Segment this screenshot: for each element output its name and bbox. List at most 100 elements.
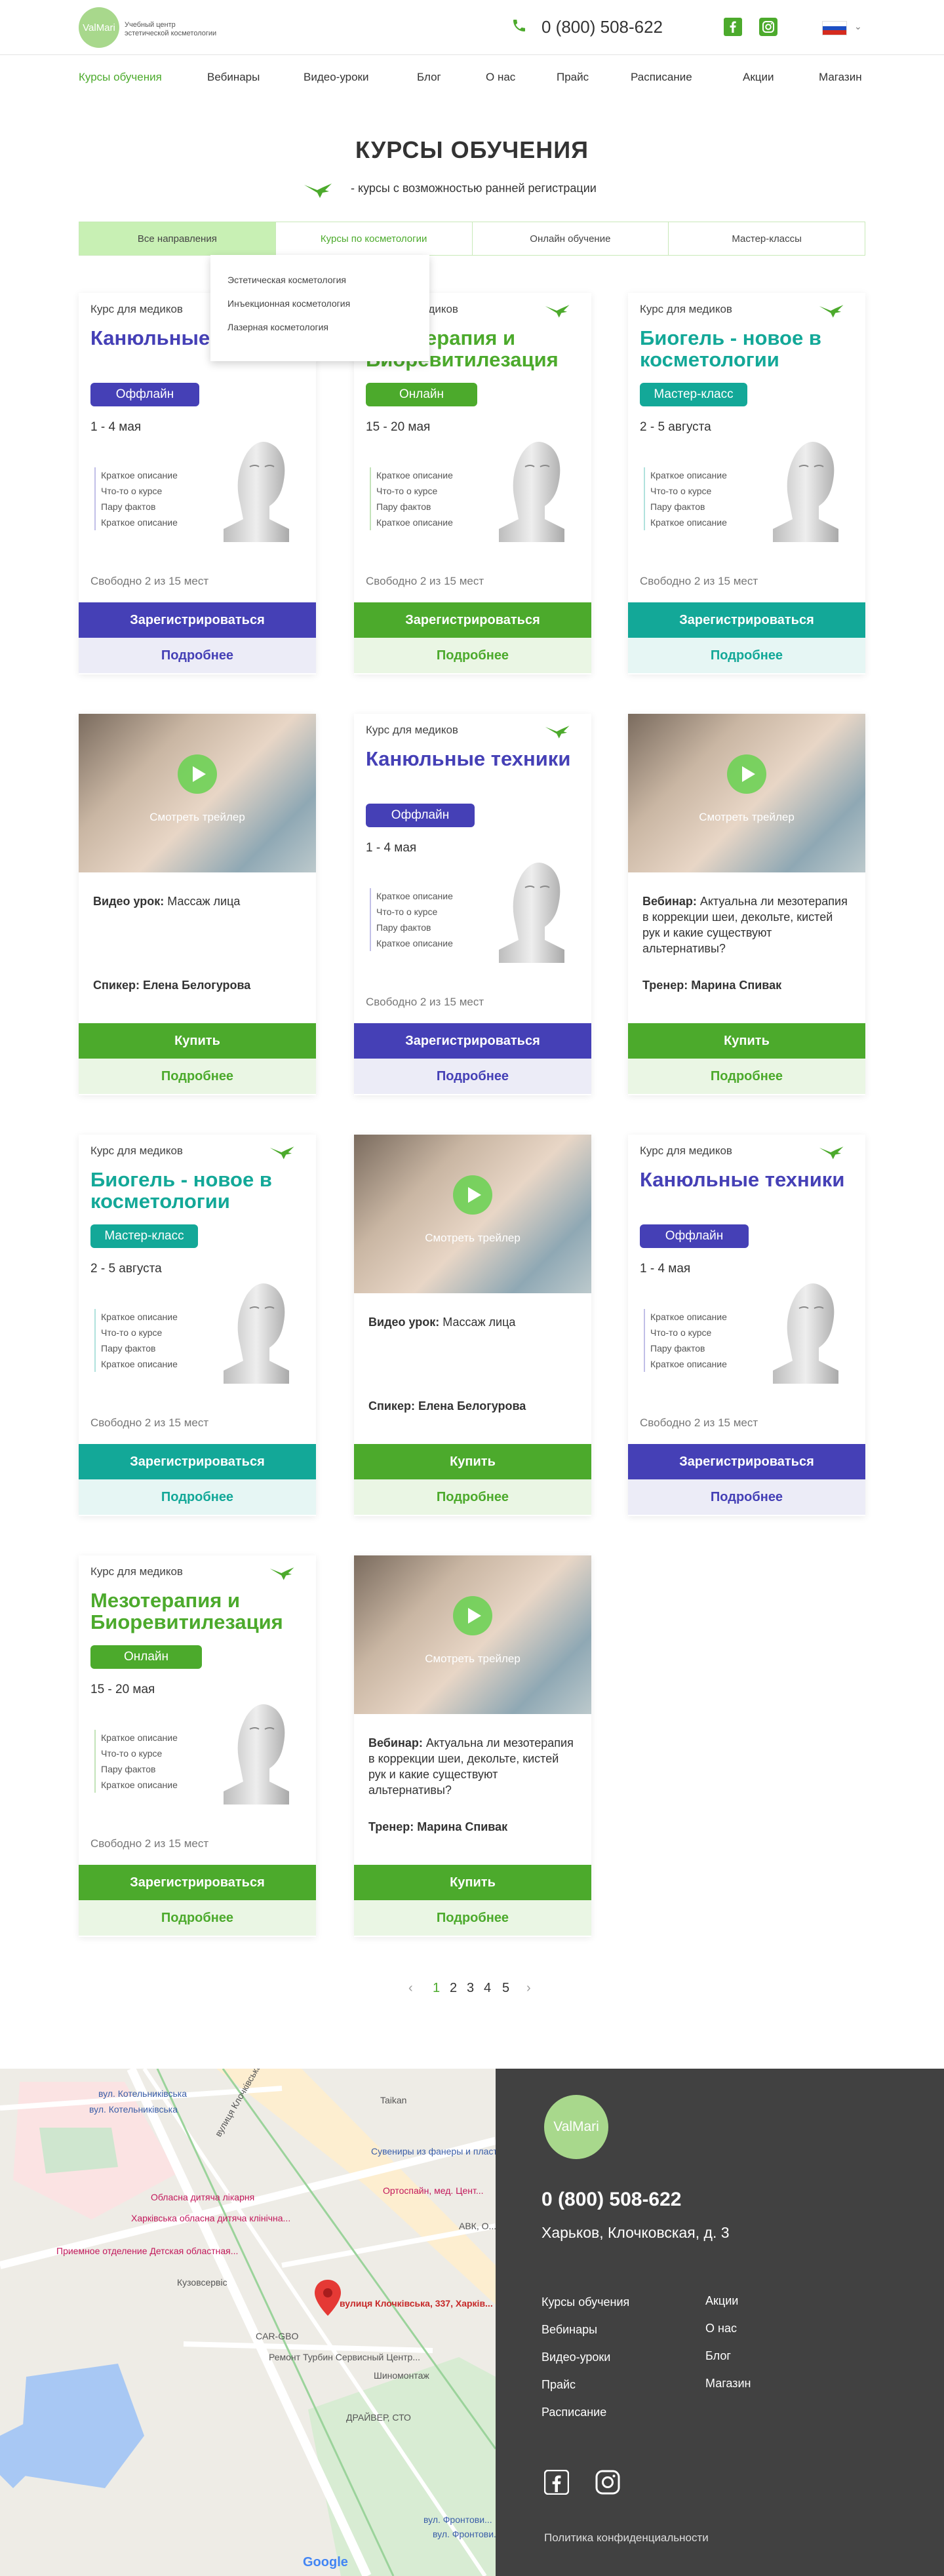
more-button[interactable]: Подробнее (354, 1479, 591, 1515)
filter-cosmetology[interactable]: Курсы по косметологии (276, 222, 473, 255)
facebook-icon[interactable] (544, 2470, 569, 2495)
video-thumbnail[interactable]: Смотреть трейлер (79, 714, 316, 872)
phone-icon (513, 20, 525, 31)
dropdown-item[interactable]: Эстетическая косметология (210, 268, 429, 292)
more-button[interactable]: Подробнее (628, 638, 865, 673)
filter-all[interactable]: Все направления (79, 222, 276, 255)
page-link[interactable]: 4 (484, 1981, 491, 1996)
page-link[interactable]: 5 (502, 1981, 509, 1996)
privacy-link[interactable]: Политика конфиденциальности (544, 2531, 709, 2545)
page-link[interactable]: 1 (433, 1981, 440, 1996)
more-button[interactable]: Подробнее (628, 1059, 865, 1094)
register-button[interactable]: Зарегистрироваться (79, 1444, 316, 1479)
hummingbird-icon (269, 1565, 296, 1582)
more-button[interactable]: Подробнее (79, 1479, 316, 1515)
map-label: АВК, О... (459, 2221, 496, 2231)
footer-logo[interactable]: ValMari (544, 2095, 608, 2159)
page-title: КУРСЫ ОБУЧЕНИЯ (355, 136, 589, 163)
video-thumbnail[interactable]: Смотреть трейлер (628, 714, 865, 872)
more-button[interactable]: Подробнее (79, 1900, 316, 1936)
register-button[interactable]: Зарегистрироваться (354, 1023, 591, 1059)
nav-shop[interactable]: Магазин (819, 71, 862, 84)
facebook-icon[interactable] (724, 18, 742, 36)
course-card: Курс для медиков Мезотерапия и Биоревитил… (79, 1555, 316, 1937)
bullet-item: Краткое описание (101, 1359, 178, 1369)
buy-button[interactable]: Купить (354, 1865, 591, 1900)
bullet-item: Краткое описание (101, 517, 178, 528)
more-button[interactable]: Подробнее (628, 1479, 865, 1515)
video-title[interactable]: Массаж лица (442, 1316, 515, 1329)
instagram-icon[interactable] (595, 2470, 620, 2495)
video-thumbnail[interactable]: Смотреть трейлер (354, 1135, 591, 1293)
footer-link[interactable]: Акции (705, 2294, 738, 2308)
nav-courses[interactable]: Курсы обучения (79, 71, 162, 84)
footer-link[interactable]: Прайс (541, 2378, 576, 2392)
mannequin-head-image (220, 1693, 299, 1805)
nav-price[interactable]: Прайс (557, 71, 589, 84)
more-button[interactable]: Подробнее (354, 1059, 591, 1094)
register-button[interactable]: Зарегистрироваться (79, 602, 316, 638)
buy-button[interactable]: Купить (628, 1023, 865, 1059)
course-title[interactable]: Биогель - новое в косметологии (640, 327, 856, 370)
logo[interactable]: ValMari (79, 7, 119, 48)
nav-video-lessons[interactable]: Видео-уроки (304, 71, 368, 84)
register-button[interactable]: Зарегистрироваться (79, 1865, 316, 1900)
footer-link[interactable]: Вебинары (541, 2323, 597, 2337)
more-button[interactable]: Подробнее (79, 1059, 316, 1094)
play-icon[interactable] (453, 1596, 492, 1635)
video-thumbnail[interactable]: Смотреть трейлер (354, 1555, 591, 1714)
play-icon[interactable] (727, 754, 766, 794)
nav-sales[interactable]: Акции (743, 71, 774, 84)
format-badge: Мастер-класс (640, 383, 747, 406)
bullet-item: Краткое описание (101, 1780, 178, 1790)
footer-phone[interactable]: 0 (800) 508-622 (541, 2189, 682, 2211)
dropdown-item[interactable]: Инъекционная косметология (210, 292, 429, 315)
course-title[interactable]: Мезотерапия и Биоревитилезация (90, 1590, 307, 1633)
video-description: Вебинар: Актуальна ли мезотерапия в корр… (642, 893, 852, 956)
more-button[interactable]: Подробнее (354, 1900, 591, 1936)
buy-button[interactable]: Купить (354, 1444, 591, 1479)
play-icon[interactable] (178, 754, 217, 794)
course-dates: 15 - 20 мая (90, 1683, 155, 1696)
chevron-down-icon[interactable]: ⌄ (854, 21, 862, 32)
register-button[interactable]: Зарегистрироваться (628, 602, 865, 638)
course-title[interactable]: Биогель - новое в косметологии (90, 1169, 307, 1212)
map-label: CAR-GBO (256, 2331, 299, 2341)
seats-available: Свободно 2 из 15 мест (90, 575, 209, 587)
location-map[interactable]: вул. Котельниківська вул. Котельниківськ… (0, 2069, 496, 2576)
nav-schedule[interactable]: Расписание (631, 71, 692, 84)
video-type-label: Видео урок: (368, 1316, 440, 1329)
buy-button[interactable]: Купить (79, 1023, 316, 1059)
nav-about[interactable]: О нас (486, 71, 515, 84)
footer-link[interactable]: Расписание (541, 2406, 606, 2419)
nav-blog[interactable]: Блог (417, 71, 441, 84)
footer-link[interactable]: Видео-уроки (541, 2351, 610, 2364)
video-title[interactable]: Массаж лица (167, 895, 240, 908)
register-button[interactable]: Зарегистрироваться (628, 1444, 865, 1479)
filter-online[interactable]: Онлайн обучение (473, 222, 669, 255)
nav-webinars[interactable]: Вебинары (207, 71, 260, 84)
filter-masterclass[interactable]: Мастер-классы (669, 222, 865, 255)
course-tag: Курс для медиков (90, 1144, 183, 1157)
page-link[interactable]: 2 (450, 1981, 457, 1996)
map-label: Taikan (380, 2095, 407, 2105)
play-icon[interactable] (453, 1175, 492, 1215)
footer-link[interactable]: О нас (705, 2322, 737, 2335)
course-title[interactable]: Канюльные техники (640, 1169, 856, 1190)
footer-link[interactable]: Курсы обучения (541, 2295, 629, 2309)
footer-link[interactable]: Блог (705, 2349, 731, 2363)
prev-page-icon[interactable]: ‹ (408, 1981, 413, 1996)
instagram-icon[interactable] (759, 18, 777, 36)
page-link[interactable]: 3 (467, 1981, 474, 1996)
course-dates: 1 - 4 мая (90, 420, 142, 434)
more-button[interactable]: Подробнее (354, 638, 591, 673)
course-title[interactable]: Канюльные техники (366, 748, 582, 770)
bullet-item: Что-то о курсе (376, 907, 438, 917)
dropdown-item[interactable]: Лазерная косметология (210, 315, 429, 339)
more-button[interactable]: Подробнее (79, 638, 316, 673)
register-button[interactable]: Зарегистрироваться (354, 602, 591, 638)
footer-link[interactable]: Магазин (705, 2377, 751, 2391)
next-page-icon[interactable]: › (526, 1981, 531, 1996)
language-flag[interactable] (822, 21, 847, 35)
header-phone[interactable]: 0 (800) 508-622 (541, 17, 663, 37)
